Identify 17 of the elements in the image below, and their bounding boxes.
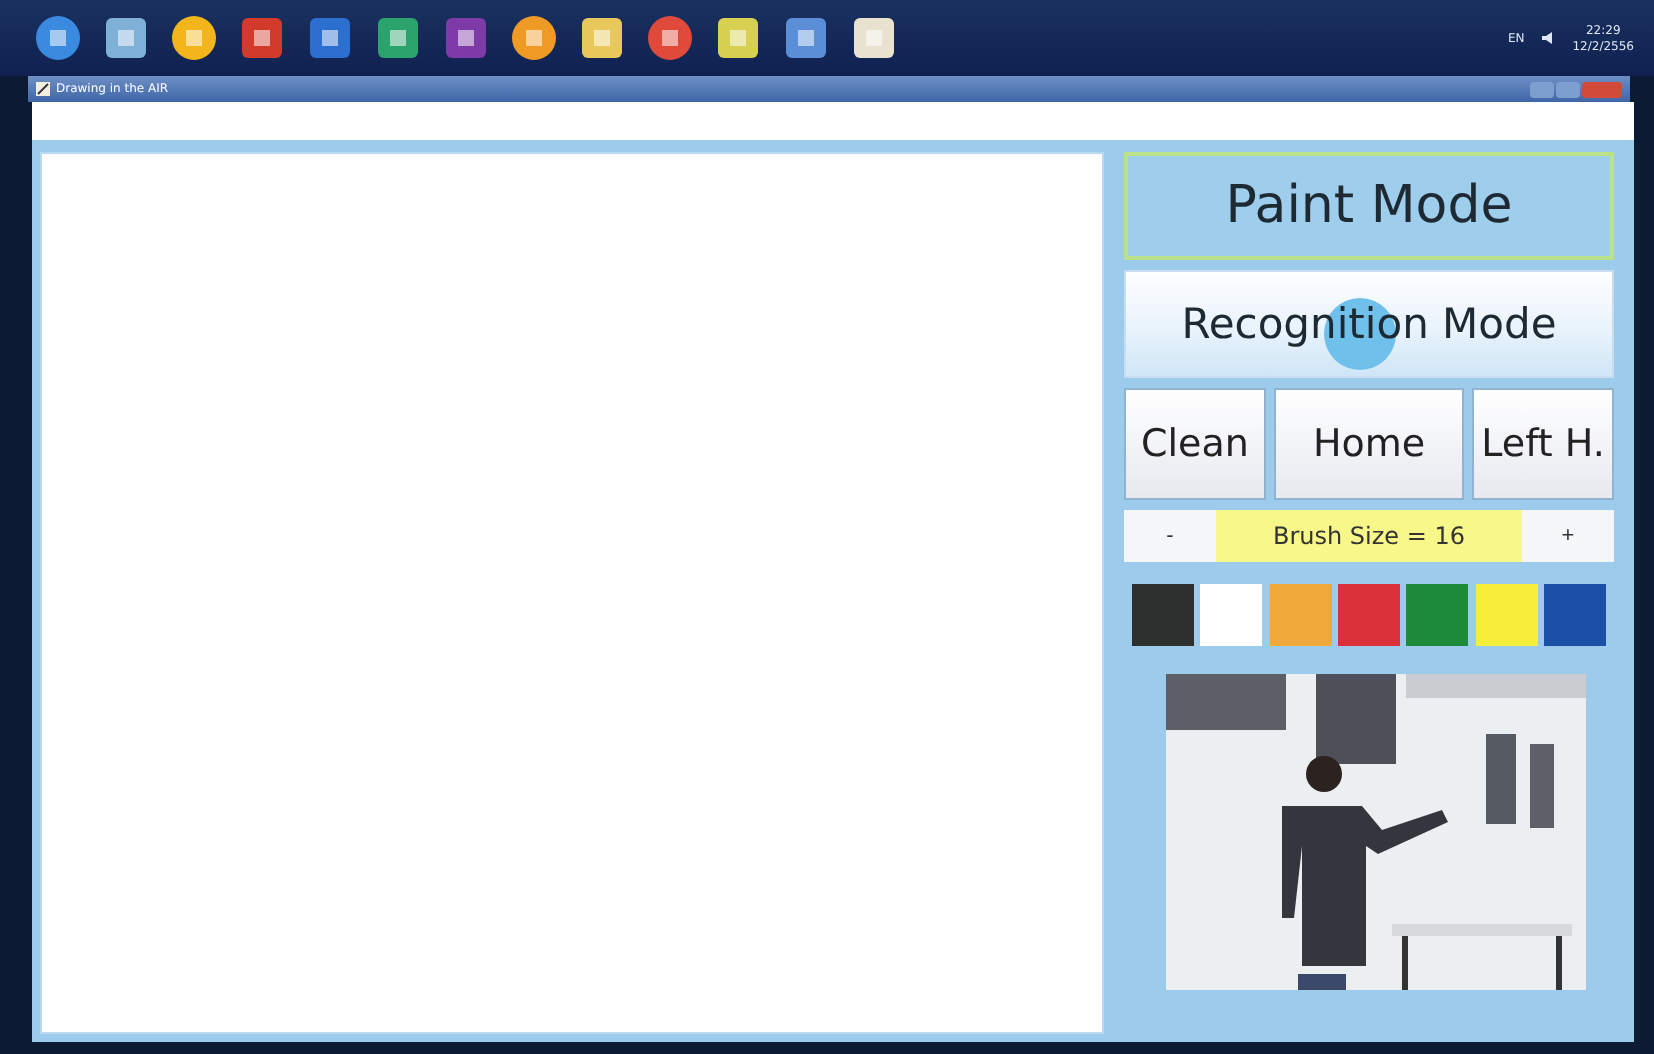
action-button[interactable]: Left H. [1472, 388, 1614, 500]
color-swatch[interactable] [1337, 584, 1400, 646]
orb-icon[interactable] [508, 12, 560, 64]
color-swatch[interactable] [1132, 584, 1194, 646]
mode-button[interactable]: Paint Mode [1124, 152, 1614, 260]
color-swatch[interactable] [1475, 584, 1538, 646]
increase-button[interactable]: + [1522, 510, 1614, 562]
action-button[interactable]: Clean [1124, 388, 1266, 500]
color-swatch[interactable] [1269, 584, 1332, 646]
brush-size-label: Brush Size = 16 [1216, 510, 1522, 562]
color-swatch[interactable] [1200, 584, 1263, 646]
decrease-button[interactable]: - [1124, 510, 1216, 562]
speaker-icon[interactable] [1540, 30, 1557, 46]
color-swatch[interactable] [1543, 584, 1606, 646]
color-swatch[interactable] [1406, 584, 1469, 646]
app-icon [36, 82, 50, 96]
action-button[interactable]: Home [1273, 388, 1465, 500]
